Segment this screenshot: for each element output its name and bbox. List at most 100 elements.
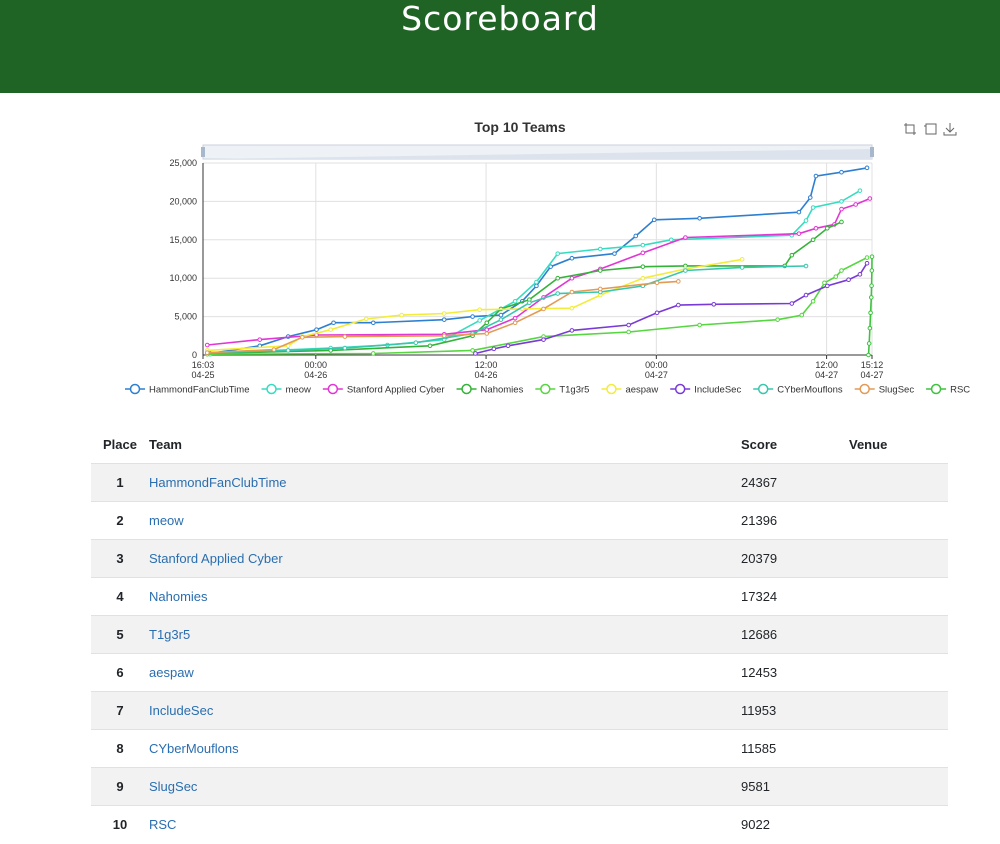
data-point xyxy=(527,300,532,306)
team-link[interactable]: Nahomies xyxy=(149,589,208,604)
legend-item[interactable]: meow xyxy=(261,383,311,396)
legend-item[interactable]: CYberMouflons xyxy=(753,383,843,396)
x-tick-time: 12:00 xyxy=(815,360,838,370)
place-cell: 7 xyxy=(91,691,149,730)
x-tick-date: 04-25 xyxy=(191,370,214,380)
zoom-handle-right[interactable] xyxy=(870,147,874,157)
data-point xyxy=(866,341,872,346)
zoom-icon[interactable] xyxy=(903,122,917,136)
legend-marker xyxy=(327,383,339,395)
zoom-reset-icon[interactable] xyxy=(923,122,937,136)
data-point xyxy=(640,250,646,256)
legend-item[interactable]: aespaw xyxy=(601,383,658,396)
score-cell: 9581 xyxy=(741,767,849,806)
legend-item[interactable]: T1g3r5 xyxy=(535,383,589,396)
place-cell: 3 xyxy=(91,539,149,578)
data-point xyxy=(597,268,603,273)
data-point xyxy=(866,352,871,358)
team-link[interactable]: T1g3r5 xyxy=(149,627,190,642)
page-header: Scoreboard xyxy=(0,0,1000,93)
legend-item[interactable]: Stanford Applied Cyber xyxy=(322,383,445,396)
legend-label: CYberMouflons xyxy=(777,385,843,396)
chart-legend[interactable]: HammondFanClubTime meow Stanford Applied C… xyxy=(125,383,970,396)
data-point xyxy=(697,215,702,221)
data-point xyxy=(441,311,447,316)
page-title: Scoreboard xyxy=(401,0,599,38)
data-point xyxy=(822,280,827,286)
legend-label: Nahomies xyxy=(481,385,524,396)
team-link[interactable]: CYberMouflons xyxy=(149,741,239,756)
place-cell: 2 xyxy=(91,501,149,540)
table-row: 8 CYberMouflons 11585 xyxy=(91,729,948,768)
team-link[interactable]: meow xyxy=(149,513,184,528)
data-point xyxy=(484,331,490,336)
data-point xyxy=(864,255,870,260)
data-point xyxy=(328,327,333,332)
data-point xyxy=(867,196,873,201)
data-point xyxy=(555,251,561,256)
place-cell: 9 xyxy=(91,767,149,806)
place-cell: 1 xyxy=(91,463,149,502)
table-row: 3 Stanford Applied Cyber 20379 xyxy=(91,539,948,578)
legend-marker xyxy=(129,383,141,395)
data-point xyxy=(399,312,404,318)
venue-cell xyxy=(849,463,948,502)
header-venue: Venue xyxy=(849,436,888,452)
data-point xyxy=(676,302,681,308)
data-point xyxy=(257,337,263,342)
data-point xyxy=(512,315,518,321)
data-point xyxy=(473,351,478,356)
team-cell: RSC xyxy=(149,805,741,843)
zoom-handle-left[interactable] xyxy=(201,147,205,157)
team-link[interactable]: aespaw xyxy=(149,665,194,680)
data-point xyxy=(626,329,631,335)
legend-item[interactable]: Nahomies xyxy=(456,383,524,396)
team-link[interactable]: Stanford Applied Cyber xyxy=(149,551,283,566)
data-point xyxy=(569,275,575,281)
legend-label: IncludeSec xyxy=(694,385,741,396)
data-point xyxy=(867,325,873,331)
y-tick-label: 25,000 xyxy=(169,158,197,168)
score-cell: 12686 xyxy=(741,615,849,654)
download-icon[interactable] xyxy=(943,122,957,136)
scoreboard-table-wrap: Place Team Score Venue 1 HammondFanClubTi… xyxy=(91,425,948,843)
data-point xyxy=(569,328,575,333)
legend-marker xyxy=(266,383,277,395)
team-link[interactable]: SlugSec xyxy=(149,779,197,794)
team-cell: meow xyxy=(149,501,741,540)
x-tick-date: 04-26 xyxy=(475,370,498,380)
team-cell: aespaw xyxy=(149,653,741,692)
data-point xyxy=(683,268,688,273)
legend-item[interactable]: SlugSec xyxy=(854,383,915,396)
legend-marker xyxy=(930,383,942,395)
data-point xyxy=(534,279,539,285)
data-point xyxy=(825,283,830,289)
team-link[interactable]: IncludeSec xyxy=(149,703,213,718)
legend-label: HammondFanClubTime xyxy=(149,385,250,396)
data-point xyxy=(612,251,617,256)
legend-marker xyxy=(540,383,551,395)
data-point xyxy=(668,237,674,243)
data-point xyxy=(331,320,336,326)
data-point xyxy=(470,314,475,319)
header-team: Team xyxy=(149,436,182,452)
venue-cell xyxy=(849,501,948,540)
series-line xyxy=(209,167,868,355)
data-point xyxy=(803,263,809,269)
data-point xyxy=(810,205,816,210)
data-zoom-slider[interactable] xyxy=(201,144,874,160)
data-point xyxy=(789,252,795,258)
data-point xyxy=(833,274,839,279)
legend-item[interactable]: IncludeSec xyxy=(670,383,741,396)
x-tick-time: 16:03 xyxy=(192,360,215,370)
legend-label: meow xyxy=(286,385,311,396)
legend-item[interactable]: RSC xyxy=(926,383,970,396)
data-point xyxy=(640,264,646,269)
team-link[interactable]: HammondFanClubTime xyxy=(149,475,287,490)
legend-item[interactable]: HammondFanClubTime xyxy=(125,383,250,396)
team-cell: T1g3r5 xyxy=(149,615,741,654)
team-cell: CYberMouflons xyxy=(149,729,741,768)
venue-cell xyxy=(849,767,948,806)
team-link[interactable]: RSC xyxy=(149,817,176,832)
x-tick-time: 00:00 xyxy=(305,360,328,370)
